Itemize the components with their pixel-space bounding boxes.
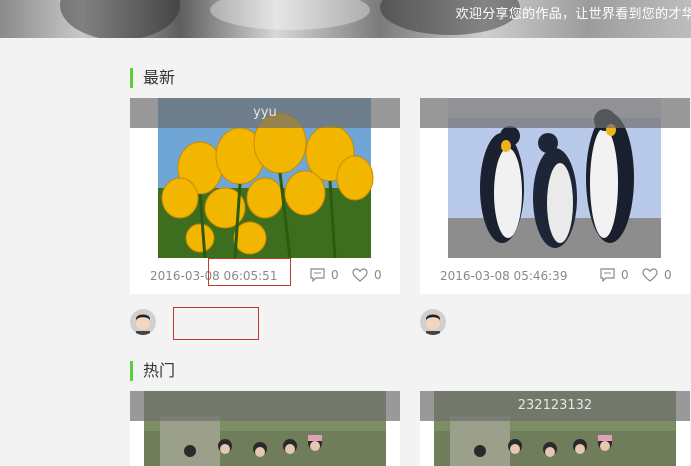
work-card[interactable]: yyu 2016-03-08 06:05:51 0 0 [130, 98, 400, 294]
banner-slogan: 欢迎分享您的作品，让世界看到您的才华 [455, 7, 691, 22]
work-title-overlay [130, 391, 400, 421]
heart-icon [642, 268, 658, 282]
top-banner: 欢迎分享您的作品，让世界看到您的才华 [0, 0, 691, 38]
user-avatar[interactable] [130, 309, 156, 335]
comment-icon [310, 268, 325, 282]
work-card[interactable]: 2016-03-08 05:46:39 0 0 [420, 98, 690, 294]
user-avatar[interactable] [420, 309, 446, 335]
work-image[interactable]: 232123132 [420, 391, 690, 466]
highlight-box [173, 307, 259, 340]
like-count: 0 [664, 268, 672, 282]
work-card[interactable]: 232123132 [420, 391, 690, 466]
section-title-hot: 热门 [130, 361, 175, 381]
work-image[interactable]: yyu [130, 98, 400, 258]
comment-counter[interactable]: 0 [600, 268, 629, 282]
work-image[interactable] [420, 98, 690, 258]
section-title-latest: 最新 [130, 68, 175, 88]
work-title-overlay: yyu [130, 98, 400, 128]
work-title-overlay: 232123132 [420, 391, 690, 421]
comment-counter[interactable]: 0 [310, 268, 339, 282]
like-count: 0 [374, 268, 382, 282]
comment-count: 0 [331, 268, 339, 282]
heart-icon [352, 268, 368, 282]
work-image[interactable] [130, 391, 400, 466]
like-counter[interactable]: 0 [352, 268, 382, 282]
post-date: 2016-03-08 05:46:39 [440, 269, 568, 283]
card-meta: 2016-03-08 05:46:39 0 0 [420, 258, 690, 294]
work-title-overlay [420, 98, 690, 128]
comment-icon [600, 268, 615, 282]
work-card[interactable] [130, 391, 400, 466]
highlight-box [208, 258, 291, 286]
like-counter[interactable]: 0 [642, 268, 672, 282]
comment-count: 0 [621, 268, 629, 282]
